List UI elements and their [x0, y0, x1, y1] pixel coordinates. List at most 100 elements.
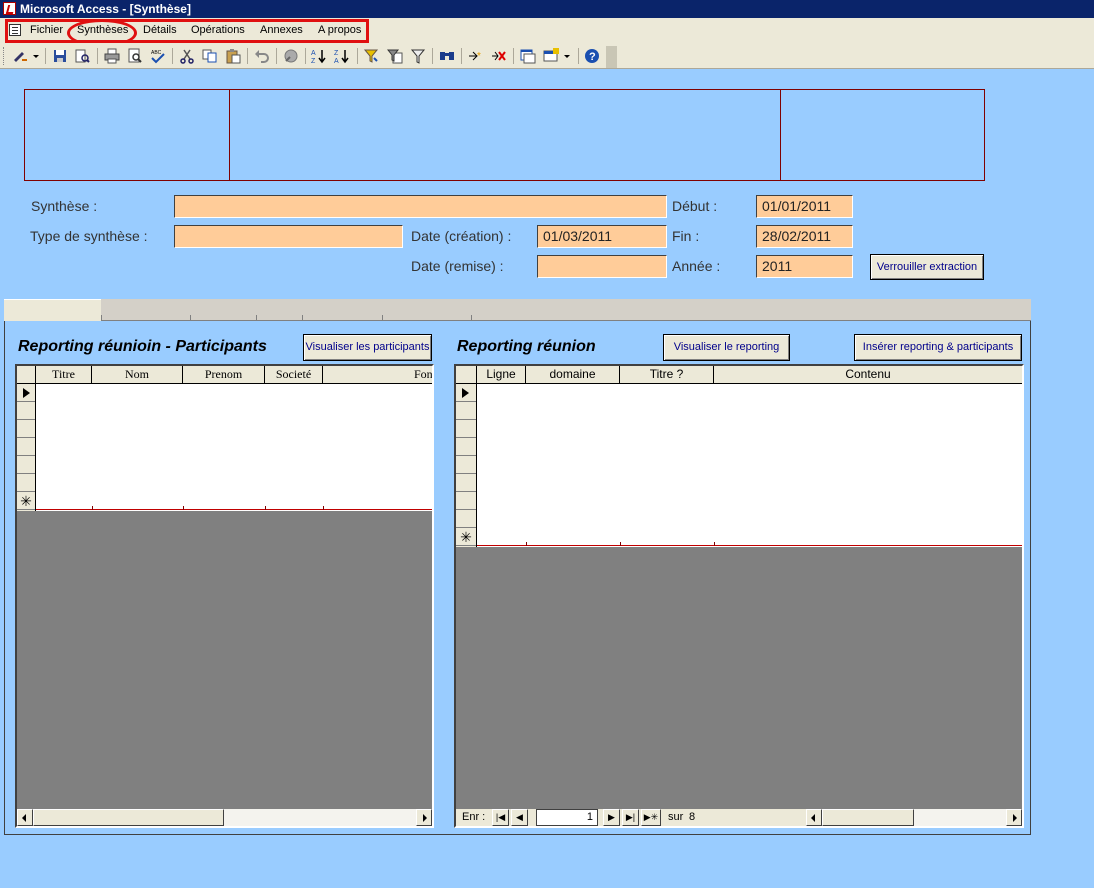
tab-selected[interactable] — [4, 299, 101, 321]
scroll-track[interactable] — [224, 809, 416, 826]
grid-bottom-line — [477, 545, 1022, 546]
paste-icon[interactable] — [225, 48, 241, 64]
col-ligne[interactable]: Ligne — [477, 366, 526, 384]
scroll-right-button[interactable] — [1006, 809, 1022, 826]
toolbar-separator — [172, 48, 173, 64]
scroll-thumb[interactable] — [33, 809, 224, 826]
record-number-input[interactable]: 1 — [536, 809, 598, 826]
record-selector[interactable] — [456, 438, 476, 456]
hyperlink-icon[interactable] — [283, 48, 299, 64]
filter-by-form-icon[interactable] — [387, 48, 403, 64]
col-fonction[interactable]: Fonc — [323, 366, 432, 384]
database-window-icon[interactable] — [520, 48, 536, 64]
title-bar: Microsoft Access - [Synthèse] — [0, 0, 1094, 18]
view-reporting-button[interactable]: Visualiser le reporting — [663, 334, 790, 361]
save-icon[interactable] — [52, 48, 68, 64]
new-record-selector[interactable]: ✳ — [456, 528, 476, 546]
new-record-icon[interactable]: * — [468, 48, 484, 64]
annee-label: Année : — [672, 258, 721, 274]
debut-field[interactable]: 01/01/2011 — [756, 195, 853, 218]
undo-icon[interactable] — [254, 48, 270, 64]
copy-icon[interactable] — [202, 48, 218, 64]
participants-hscrollbar[interactable] — [17, 809, 432, 826]
print-icon[interactable] — [104, 48, 120, 64]
type-synthese-field[interactable] — [174, 225, 403, 248]
record-selector[interactable] — [17, 438, 35, 456]
sort-ascending-icon[interactable]: AZ — [311, 48, 327, 64]
fin-field[interactable]: 28/02/2011 — [756, 225, 853, 248]
spelling-icon[interactable]: ABC — [150, 48, 166, 64]
new-record-nav-button[interactable]: ▶✳ — [641, 809, 661, 826]
col-prenom[interactable]: Prenom — [183, 366, 265, 384]
previous-record-button[interactable]: ◀ — [511, 809, 528, 826]
record-selector[interactable] — [17, 474, 35, 492]
print-preview-icon[interactable] — [127, 48, 143, 64]
form-header-panel — [24, 89, 985, 181]
new-object-icon[interactable] — [543, 48, 573, 64]
current-record-selector[interactable] — [17, 384, 35, 402]
scroll-right-button[interactable] — [416, 809, 432, 826]
cut-icon[interactable] — [179, 48, 195, 64]
annee-field[interactable]: 2011 — [756, 255, 853, 278]
column-tick — [620, 542, 621, 546]
scroll-left-button[interactable] — [17, 809, 33, 826]
access-app-icon[interactable] — [3, 2, 16, 15]
column-tick — [526, 542, 527, 546]
view-participants-button[interactable]: Visualiser les participants — [303, 334, 432, 361]
scroll-thumb[interactable] — [822, 809, 914, 826]
column-tick — [183, 506, 184, 510]
record-selector[interactable] — [456, 402, 476, 420]
record-selector[interactable] — [17, 456, 35, 474]
record-selector[interactable] — [456, 456, 476, 474]
record-selector[interactable] — [17, 402, 35, 420]
reporting-subform: Ligne domaine Titre ? Contenu ✳ Enr : |◀… — [454, 364, 1024, 828]
find-icon[interactable] — [439, 48, 455, 64]
next-record-button[interactable]: ▶ — [603, 809, 620, 826]
toolbar-options-icon[interactable] — [606, 46, 617, 68]
scroll-left-button[interactable] — [806, 809, 822, 826]
date-creation-label: Date (création) : — [411, 228, 512, 244]
insert-reporting-button[interactable]: Insérer reporting & participants — [854, 334, 1022, 361]
search-files-icon[interactable] — [74, 48, 90, 64]
col-domaine[interactable]: domaine — [526, 366, 620, 384]
lock-extraction-button[interactable]: Verrouiller extraction — [870, 254, 984, 280]
column-tick — [265, 506, 266, 510]
record-selector[interactable] — [456, 510, 476, 528]
toolbar-grip[interactable] — [3, 47, 6, 65]
toolbar-separator — [247, 48, 248, 64]
column-tick — [92, 506, 93, 510]
synthese-field[interactable] — [174, 195, 667, 218]
scroll-track[interactable] — [914, 809, 1006, 826]
participants-title: Reporting réunioin - Participants — [18, 338, 267, 355]
col-contenu[interactable]: Contenu — [714, 366, 1022, 384]
col-titre[interactable]: Titre ? — [620, 366, 714, 384]
select-all-cell[interactable] — [17, 366, 36, 384]
nav-of-label: sur — [668, 811, 684, 823]
first-record-button[interactable]: |◀ — [492, 809, 509, 826]
toolbar-separator — [357, 48, 358, 64]
current-record-selector[interactable] — [456, 384, 476, 402]
column-tick — [714, 542, 715, 546]
record-selector[interactable] — [456, 492, 476, 510]
select-all-cell[interactable] — [456, 366, 477, 384]
date-remise-field[interactable] — [537, 255, 667, 278]
last-record-button[interactable]: ▶| — [622, 809, 639, 826]
date-creation-field[interactable]: 01/03/2011 — [537, 225, 667, 248]
new-record-selector[interactable]: ✳ — [17, 492, 35, 510]
apply-filter-icon[interactable] — [410, 48, 426, 64]
design-view-icon[interactable] — [12, 48, 40, 64]
col-societe[interactable]: Societé — [265, 366, 323, 384]
filter-by-selection-icon[interactable] — [364, 48, 380, 64]
sort-descending-icon[interactable]: ZA — [334, 48, 350, 64]
record-selector[interactable] — [456, 420, 476, 438]
window-title: Microsoft Access - [Synthèse] — [20, 2, 191, 16]
reporting-title: Reporting réunion — [457, 338, 596, 355]
nav-total-records: 8 — [689, 811, 696, 823]
help-icon[interactable]: ? — [584, 48, 600, 64]
col-titre[interactable]: Titre — [36, 366, 92, 384]
col-nom[interactable]: Nom — [92, 366, 183, 384]
record-selector[interactable] — [456, 474, 476, 492]
arrow-right-icon — [1013, 814, 1017, 822]
record-selector[interactable] — [17, 420, 35, 438]
delete-record-icon[interactable] — [491, 48, 507, 64]
